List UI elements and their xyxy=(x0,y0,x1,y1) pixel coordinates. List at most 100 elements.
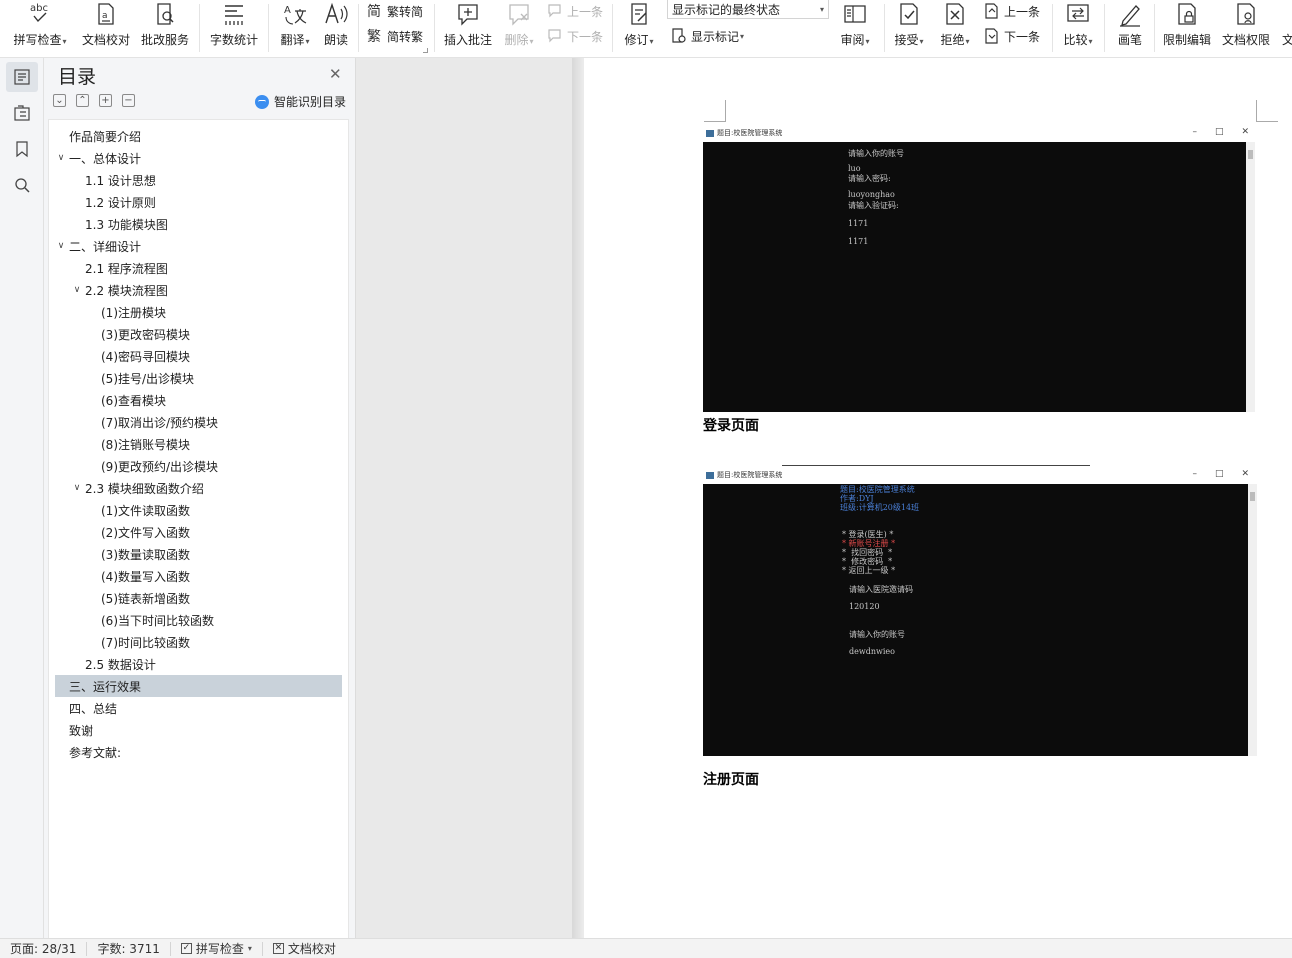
read-aloud-button[interactable]: 朗读 xyxy=(320,0,352,52)
insert-comment-label: 插入批注 xyxy=(443,33,492,47)
toc-item[interactable]: (6)查看模块 xyxy=(55,389,342,411)
console-line: 请输入你的账号 xyxy=(848,149,904,158)
page-indicator[interactable]: 页面: 28/31 xyxy=(0,941,88,956)
spell-check-button[interactable]: abc 拼写检查▾ xyxy=(8,0,72,52)
toc-item[interactable]: ∨ 2.3 模块细致函数介绍 xyxy=(55,477,342,499)
smart-toc-button[interactable]: 智能识别目录 xyxy=(255,93,346,110)
restrict-edit-button[interactable]: 限制编辑 xyxy=(1160,0,1214,52)
prev-change-button[interactable]: 上一条 xyxy=(983,0,1040,22)
remove-heading-icon[interactable]: − xyxy=(122,94,135,107)
reject-button[interactable]: 拒绝▾ xyxy=(936,0,974,52)
trad-to-simp-button[interactable]: 简 繁转简 xyxy=(366,0,423,22)
toc-item[interactable]: 1.1 设计思想 xyxy=(55,169,342,191)
console-title: 题目:校医院管理系统 xyxy=(717,471,783,479)
ribbon-separator xyxy=(199,4,200,52)
toc-item[interactable]: (3)数量读取函数 xyxy=(55,543,342,565)
expand-up-icon[interactable]: ⌃ xyxy=(76,94,89,107)
review-button[interactable]: 审阅▾ xyxy=(836,0,874,52)
revision-service-label: 批改服务 xyxy=(140,33,189,47)
bookmark-icon[interactable] xyxy=(6,134,38,164)
ribbon-separator xyxy=(268,4,269,52)
chevron-down-icon[interactable]: ∨ xyxy=(55,153,67,163)
word-count-button[interactable]: 字数统计 xyxy=(206,0,262,52)
doc-permission-label: 文档权限 xyxy=(1221,33,1270,47)
toc-item[interactable]: ∨ 2.2 模块流程图 xyxy=(55,279,342,301)
toc-item[interactable]: (7)时间比较函数 xyxy=(55,631,342,653)
revision-service-button[interactable]: 批改服务 xyxy=(138,0,192,52)
console-line: * 返回上一级 * xyxy=(842,566,896,575)
toc-item[interactable]: 致谢 xyxy=(55,719,342,741)
toc-item[interactable]: (1)注册模块 xyxy=(55,301,342,323)
toc-item[interactable]: ∨ 一、总体设计 xyxy=(55,147,342,169)
toc-item[interactable]: (1)文件读取函数 xyxy=(55,499,342,521)
toc-item[interactable]: 作品简要介绍 xyxy=(55,125,342,147)
compare-button[interactable]: 比较▾ xyxy=(1058,0,1098,52)
toc-item[interactable]: 三、运行效果 xyxy=(55,675,342,697)
close-icon[interactable]: ✕ xyxy=(329,65,342,83)
toc-item[interactable]: (7)取消出诊/预约模块 xyxy=(55,411,342,433)
toc-item[interactable]: (4)密码寻回模块 xyxy=(55,345,342,367)
toc-item[interactable]: (6)当下时间比较函数 xyxy=(55,609,342,631)
ai-assistant-icon xyxy=(255,94,269,109)
toc-item-label: (7)取消出诊/预约模块 xyxy=(101,415,219,430)
next-comment-button[interactable]: 下一条 xyxy=(546,25,603,47)
toc-item[interactable]: 1.2 设计原则 xyxy=(55,191,342,213)
toc-item-label: (4)数量写入函数 xyxy=(101,569,190,584)
markup-view-select[interactable]: 显示标记的最终状态 ▾ xyxy=(667,0,829,19)
toc-item[interactable]: 参考文献: xyxy=(55,741,342,763)
toc-item[interactable]: 四、总结 xyxy=(55,697,342,719)
doc-proof-button[interactable]: a 文档校对 xyxy=(80,0,132,52)
chevron-down-icon[interactable]: ∨ xyxy=(71,483,83,493)
ribbon-separator xyxy=(434,4,435,52)
svg-text:a: a xyxy=(102,11,108,21)
toc-item[interactable]: (2)文件写入函数 xyxy=(55,521,342,543)
console-app-icon xyxy=(706,129,714,137)
simp-to-trad-button[interactable]: 繁 简转繁 xyxy=(366,25,423,47)
doc-proof-status[interactable]: ✕ 文档校对 xyxy=(263,942,346,956)
document-page[interactable]: 题目:校医院管理系统 – □ ✕ 请输入你的账号 luo 请输入密码: luoyongha… xyxy=(584,58,1292,938)
toc-item-label: (3)更改密码模块 xyxy=(101,327,190,342)
toc-item-label: 2.1 程序流程图 xyxy=(85,261,168,276)
spell-check-status-label: 拼写检查 xyxy=(195,942,244,956)
toc-panel-icon[interactable] xyxy=(6,62,38,92)
insert-comment-button[interactable]: 插入批注 xyxy=(440,0,496,52)
chevron-down-icon[interactable]: ∨ xyxy=(71,285,83,295)
toc-item[interactable]: ∨ 二、详细设计 xyxy=(55,235,342,257)
login-console-screenshot: 题目:校医院管理系统 – □ ✕ 请输入你的账号 luo 请输入密码: luoyongha… xyxy=(703,126,1257,412)
next-change-button[interactable]: 下一条 xyxy=(983,25,1040,47)
add-heading-icon[interactable]: + xyxy=(99,94,112,107)
collapse-all-icon[interactable]: ⌄ xyxy=(53,94,66,107)
delete-comment-icon xyxy=(506,1,532,27)
toc-item[interactable]: (4)数量写入函数 xyxy=(55,565,342,587)
toc-item[interactable]: 1.3 功能模块图 xyxy=(55,213,342,235)
pen-button[interactable]: 画笔 xyxy=(1112,0,1148,52)
doc-permission-button[interactable]: 文档权限 xyxy=(1220,0,1272,52)
search-icon[interactable] xyxy=(6,170,38,200)
show-markup-button[interactable]: 显示标记 ▾ xyxy=(670,25,744,47)
toc-item-label: 一、总体设计 xyxy=(69,151,142,166)
spell-check-icon: abc xyxy=(27,1,53,27)
divider-line xyxy=(782,465,1090,466)
toc-item[interactable]: (8)注销账号模块 xyxy=(55,433,342,455)
toc-item[interactable]: (5)挂号/出诊模块 xyxy=(55,367,342,389)
accept-button[interactable]: 接受▾ xyxy=(890,0,928,52)
toc-item[interactable]: (5)链表新增函数 xyxy=(55,587,342,609)
toc-item[interactable]: (9)更改预约/出诊模块 xyxy=(55,455,342,477)
spell-check-status[interactable]: ✓ 拼写检查 ▾ xyxy=(171,941,263,956)
chevron-down-icon[interactable]: ∨ xyxy=(55,241,67,251)
svg-text:abc: abc xyxy=(30,3,48,14)
toc-item[interactable]: (3)更改密码模块 xyxy=(55,323,342,345)
word-count-indicator[interactable]: 字数: 3711 xyxy=(87,941,171,956)
console-line: 请输入密码: xyxy=(848,174,891,183)
console-line: luoyonghao xyxy=(848,190,895,199)
prev-comment-button[interactable]: 上一条 xyxy=(546,0,603,22)
more-ribbon-button[interactable]: 文 xyxy=(1278,0,1292,52)
group-launcher-icon[interactable] xyxy=(423,48,428,53)
next-comment-icon xyxy=(546,27,564,45)
toc-item[interactable]: 2.5 数据设计 xyxy=(55,653,342,675)
translate-button[interactable]: A 翻译▾ xyxy=(274,0,316,52)
delete-comment-button[interactable]: 删除▾ xyxy=(500,0,538,52)
toc-item[interactable]: 2.1 程序流程图 xyxy=(55,257,342,279)
chapter-nav-icon[interactable] xyxy=(6,98,38,128)
track-changes-button[interactable]: 修订▾ xyxy=(618,0,660,52)
